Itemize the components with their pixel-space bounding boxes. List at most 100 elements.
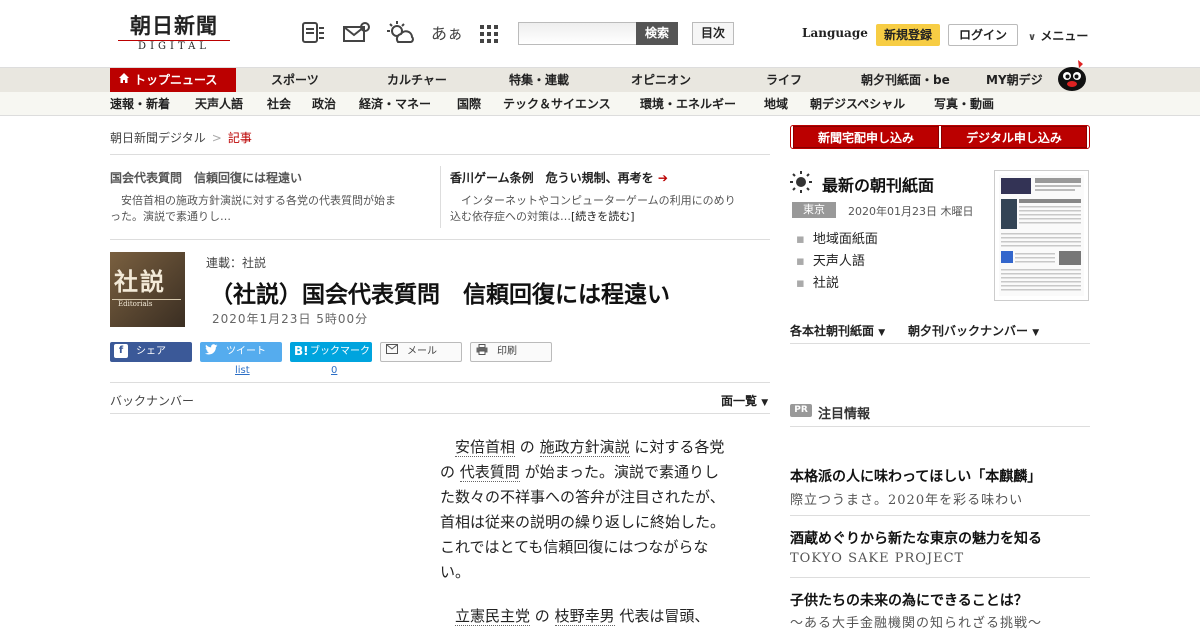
- caret-down-icon: ▼: [1032, 328, 1040, 338]
- chevron-down-icon: ∨: [1028, 32, 1037, 43]
- eyecatch-text: 社説: [114, 267, 166, 296]
- edition-link[interactable]: ▪ 社説: [796, 272, 839, 291]
- breadcrumb-home[interactable]: 朝日新聞デジタル: [110, 131, 206, 145]
- nav-my-asadigi[interactable]: MY朝デジ: [986, 68, 1043, 93]
- divider: [110, 382, 770, 383]
- menu-button[interactable]: ∨ メニュー: [1028, 27, 1088, 44]
- newspaper-thumbnail[interactable]: [994, 170, 1089, 301]
- search-input[interactable]: [518, 22, 636, 45]
- pr-article-title[interactable]: 酒蔵めぐりから新たな東京の魅力を知る: [790, 528, 1042, 548]
- mascot-icon[interactable]: [1054, 58, 1090, 92]
- related-text: 安倍首相の施政方針演説に対する各党の代表質問が始ま った。演説で素通りし…: [110, 194, 396, 223]
- search-button[interactable]: 検索: [636, 22, 678, 45]
- hatena-count[interactable]: 0: [331, 365, 337, 376]
- pr-article-subtitle: TOKYO SAKE PROJECT: [790, 551, 965, 566]
- related-article[interactable]: 国会代表質問 信頼回復には程遠い 安倍首相の施政方針演説に対する各党の代表質問が…: [110, 169, 430, 225]
- pr-badge: PR: [790, 404, 812, 417]
- mail-icon[interactable]: [342, 20, 370, 46]
- edition-link[interactable]: ▪ 地域面紙面: [796, 228, 878, 247]
- mail-share-button[interactable]: メール: [380, 342, 462, 362]
- register-button[interactable]: 新規登録: [876, 24, 940, 46]
- twitter-share-button[interactable]: ツイート: [200, 342, 282, 362]
- divider: [790, 426, 1090, 427]
- home-icon: [118, 68, 130, 93]
- printer-icon: [475, 344, 489, 358]
- series-label[interactable]: 連載：社説: [206, 254, 266, 271]
- breadcrumb-separator: >: [211, 131, 222, 145]
- divider: [790, 515, 1090, 516]
- nav-opinion[interactable]: オピニオン: [631, 68, 691, 93]
- nav-top-news[interactable]: トップニュース: [110, 68, 236, 93]
- keyword-link[interactable]: 枝野幸男: [554, 607, 615, 626]
- nav2-special[interactable]: 朝デジスペシャル: [810, 92, 905, 116]
- hatena-bookmark-button[interactable]: B!ブックマーク: [290, 342, 372, 362]
- arrow-right-icon: ➔: [657, 171, 668, 185]
- twitter-count[interactable]: list: [235, 365, 250, 376]
- related-text: インターネットやコンピューターゲームの利用にのめり 込む依存症への対策は…[続き…: [450, 194, 736, 223]
- mail-icon: [385, 344, 399, 358]
- nav2-latest[interactable]: 速報・新着: [110, 92, 170, 116]
- caret-down-icon: ▼: [878, 328, 886, 338]
- facebook-icon: f: [114, 344, 128, 358]
- article-date: 2020年1月23日 5時00分: [212, 312, 369, 326]
- site-logo[interactable]: 朝日新聞 DIGITAL: [118, 14, 230, 54]
- digital-subscribe-button[interactable]: デジタル申し込み: [941, 126, 1087, 148]
- column-divider: [440, 166, 441, 228]
- article-paragraph: 立憲民主党 の 枝野幸男 代表は冒頭、: [455, 607, 710, 626]
- editorial-eyecatch: 社説 Editorials: [110, 252, 185, 327]
- breadcrumb-current[interactable]: 記事: [228, 131, 252, 145]
- keyword-link[interactable]: 安倍首相: [455, 438, 516, 457]
- print-button[interactable]: 印刷: [470, 342, 552, 362]
- weather-icon[interactable]: [386, 20, 414, 46]
- pr-article-subtitle: ～ある大手金融機関の知られざる挑戦～: [790, 616, 1043, 630]
- caret-down-icon: ▼: [761, 398, 769, 408]
- related-article[interactable]: 香川ゲーム条例 危うい規制、再考を ➔ インターネットやコンピューターゲームの利…: [450, 169, 770, 225]
- eyecatch-subtext: Editorials: [112, 299, 181, 308]
- primary-nav: トップニュース スポーツ カルチャー 特集・連載 オピニオン ライフ 朝夕刊紙面…: [0, 67, 1200, 93]
- keyword-link[interactable]: 立憲民主党: [455, 607, 531, 626]
- nav-paper-be[interactable]: 朝夕刊紙面・be: [861, 68, 950, 93]
- nav2-tech-science[interactable]: テック＆サイエンス: [503, 92, 611, 116]
- nav2-economy[interactable]: 経済・マネー: [359, 92, 431, 116]
- keyword-link[interactable]: 代表質問: [459, 463, 520, 482]
- keyword-link[interactable]: 施政方針演説: [539, 438, 630, 457]
- backnumber-dropdown[interactable]: 朝夕刊バックナンバー ▼: [908, 322, 1039, 339]
- nav-features[interactable]: 特集・連載: [509, 68, 569, 93]
- nav2-tenseijingo[interactable]: 天声人語: [195, 92, 243, 116]
- logo-subtext: DIGITAL: [118, 40, 230, 53]
- nav-life[interactable]: ライフ: [766, 68, 802, 93]
- pr-article-title[interactable]: 本格派の人に味わってほしい「本麒麟」: [790, 466, 1041, 486]
- divider: [110, 154, 770, 155]
- pr-heading: 注目情報: [818, 407, 871, 422]
- nav2-environment[interactable]: 環境・エネルギー: [640, 92, 736, 116]
- breadcrumb: 朝日新聞デジタル > 記事: [110, 129, 252, 146]
- related-title: 香川ゲーム条例 危うい規制、再考を ➔: [450, 171, 668, 185]
- nav2-photo-video[interactable]: 写真・動画: [934, 92, 994, 116]
- divider: [790, 343, 1090, 344]
- newspaper-list-icon[interactable]: [300, 20, 326, 46]
- read-more-link[interactable]: [続きを読む]: [571, 210, 635, 223]
- nav2-international[interactable]: 国際: [457, 92, 481, 116]
- men-list-dropdown[interactable]: 面一覧 ▼: [721, 392, 768, 409]
- logo-text: 朝日新聞: [130, 13, 218, 38]
- login-button[interactable]: ログイン: [948, 24, 1018, 46]
- menu-label: メニュー: [1040, 29, 1089, 43]
- facebook-share-button[interactable]: f シェア: [110, 342, 192, 362]
- twitter-icon: [204, 344, 218, 358]
- nav-sports[interactable]: スポーツ: [271, 68, 319, 93]
- home-delivery-button[interactable]: 新聞宅配申し込み: [793, 126, 939, 148]
- nav-culture[interactable]: カルチャー: [387, 68, 447, 93]
- nav2-region[interactable]: 地域: [764, 92, 788, 116]
- hatena-icon: B!: [294, 344, 309, 358]
- backnumber-label[interactable]: バックナンバー: [110, 392, 194, 409]
- toc-button[interactable]: 目次: [692, 22, 734, 45]
- language-link[interactable]: Language: [802, 26, 868, 40]
- edition-link[interactable]: ▪ 天声人語: [796, 250, 865, 269]
- font-size-icon[interactable]: あぁ: [431, 20, 463, 44]
- grid-menu-icon[interactable]: [476, 20, 502, 46]
- latest-edition-title[interactable]: 最新の朝刊紙面: [822, 172, 934, 196]
- nav2-politics[interactable]: 政治: [312, 92, 336, 116]
- pr-article-title[interactable]: 子供たちの未来の為にできることは？: [790, 590, 1028, 610]
- nav2-society[interactable]: 社会: [267, 92, 291, 116]
- regional-editions-dropdown[interactable]: 各本社朝刊紙面 ▼: [790, 322, 885, 339]
